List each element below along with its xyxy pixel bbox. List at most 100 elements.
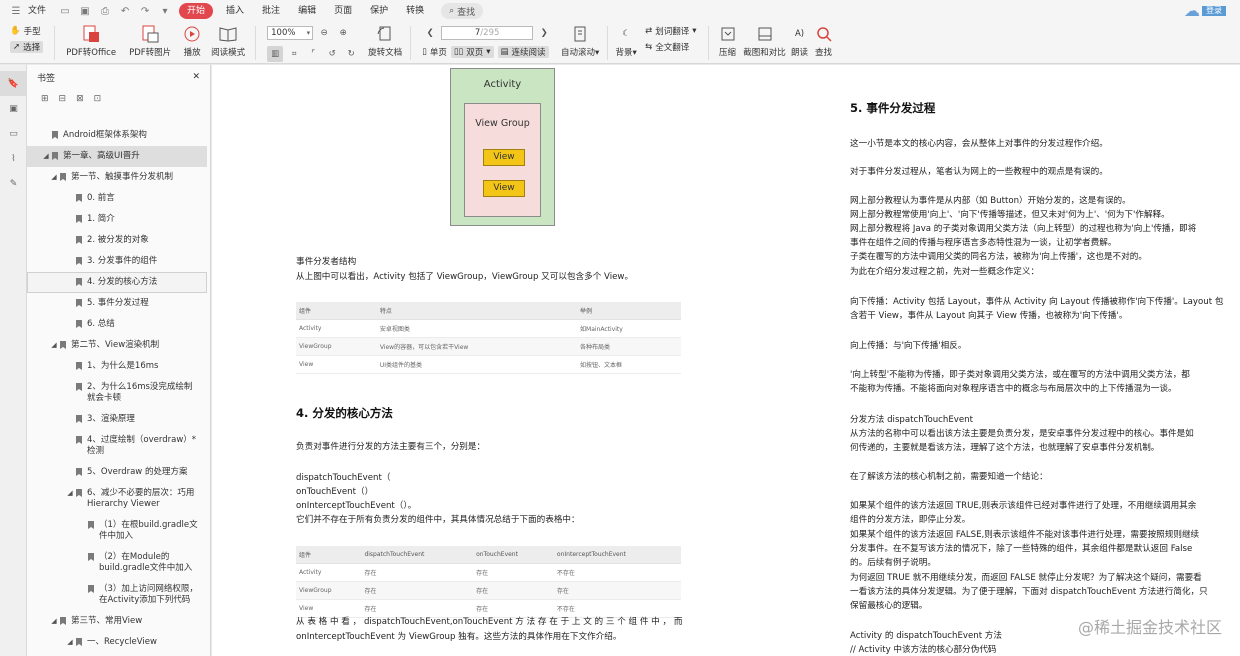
continuous-read-button[interactable]: ▤ 连续阅读 xyxy=(497,46,549,58)
select-tool[interactable]: ➚ 选择 xyxy=(10,41,44,53)
full-translate-button[interactable]: ⇆ 全文翻译 xyxy=(645,41,696,53)
bookmark-item[interactable]: ◢ 第一章、高级UI晋升 xyxy=(27,146,207,167)
pdf-to-office-button[interactable]: PDF转Office xyxy=(60,22,122,64)
rotate-right-icon[interactable]: ↻ xyxy=(343,46,359,62)
bookmark-rail-icon[interactable]: 🔖 xyxy=(0,71,27,96)
expand-arrow-icon[interactable] xyxy=(66,361,74,372)
signature-rail-icon[interactable]: ✎ xyxy=(0,171,27,196)
zoom-out-icon[interactable]: ⊖ xyxy=(316,25,332,41)
expand-arrow-icon[interactable]: ◢ xyxy=(50,340,58,351)
bookmark-item[interactable]: 4、过度绘制（overdraw）*检测 xyxy=(27,430,207,462)
menu-annotate[interactable]: 批注 xyxy=(253,0,289,22)
rotate-left-icon[interactable]: ↺ xyxy=(324,46,340,62)
undo-icon[interactable]: ↶ xyxy=(118,4,132,18)
background-button[interactable]: ☾ 背景▾ xyxy=(613,22,639,64)
double-page-button[interactable]: ▯▯ 双页 ▾ xyxy=(450,46,494,58)
expand-arrow-icon[interactable]: ◢ xyxy=(66,488,74,510)
bookmark-item[interactable]: 2、为什么16ms没完成绘制就会卡顿 xyxy=(27,377,207,409)
bookmark-item[interactable]: 1、为什么是16ms xyxy=(27,356,207,377)
thumbnail-rail-icon[interactable]: ▣ xyxy=(0,96,27,121)
read-aloud-button[interactable]: A) 朗读 xyxy=(788,22,812,64)
expand-arrow-icon[interactable] xyxy=(66,256,74,267)
zoom-in-icon[interactable]: ⊕ xyxy=(335,25,351,41)
bookmark-item[interactable]: （2）在Module的build.gradle文件中加入 xyxy=(27,547,207,579)
save-icon[interactable]: ▣ xyxy=(78,4,92,18)
rotate-doc-button[interactable]: 旋转文档 xyxy=(365,22,405,64)
bookmark-item[interactable]: 0. 前言 xyxy=(27,188,207,209)
print-icon[interactable]: ⎙ xyxy=(98,4,112,18)
cloud-login[interactable]: ☁ 登录 xyxy=(1184,1,1226,20)
expand-arrow-icon[interactable] xyxy=(42,130,50,141)
collapse-all-icon[interactable]: ⊟ xyxy=(59,94,67,104)
expand-arrow-icon[interactable]: ◢ xyxy=(42,151,50,162)
menu-file[interactable]: 文件 xyxy=(26,0,55,22)
open-folder-icon[interactable]: ▭ xyxy=(58,4,72,18)
bookmark-item[interactable]: 3、渲染原理 xyxy=(27,409,207,430)
fit-page-icon[interactable]: ▥ xyxy=(267,46,284,62)
expand-arrow-icon[interactable] xyxy=(78,520,86,542)
menu-search[interactable]: ⌕ 查找 xyxy=(441,3,484,19)
menu-protect[interactable]: 保护 xyxy=(361,0,397,22)
prev-page-icon[interactable]: ❮ xyxy=(422,25,438,41)
expand-arrow-icon[interactable] xyxy=(66,319,74,330)
expand-arrow-icon[interactable] xyxy=(66,382,74,404)
bookmark-item[interactable]: ◢ 第三节、常用View xyxy=(27,611,207,632)
expand-arrow-icon[interactable] xyxy=(66,277,74,288)
page-input[interactable]: 7/295 xyxy=(441,26,534,40)
expand-arrow-icon[interactable] xyxy=(66,235,74,246)
crop-icon[interactable]: ⌗ xyxy=(286,46,302,62)
next-page-icon[interactable]: ❯ xyxy=(536,25,552,41)
expand-all-icon[interactable]: ⊞ xyxy=(41,94,49,104)
bookmark-item[interactable]: ◢ 第二节、View渲染机制 xyxy=(27,335,207,356)
expand-arrow-icon[interactable] xyxy=(66,214,74,225)
menu-icon[interactable]: ☰ xyxy=(9,4,23,18)
bookmark-item[interactable]: ◢ 一、RecycleView xyxy=(27,632,207,653)
bookmark-item[interactable]: 2. 被分发的对象 xyxy=(27,230,207,251)
bookmark-item[interactable]: （3）加上访问网络权限，在Activity添加下列代码 xyxy=(27,579,207,611)
menu-convert[interactable]: 转换 xyxy=(397,0,433,22)
expand-arrow-icon[interactable] xyxy=(66,193,74,204)
close-icon[interactable]: ✕ xyxy=(192,72,200,82)
hand-tool[interactable]: ✋ 手型 xyxy=(10,25,43,37)
expand-arrow-icon[interactable]: ◢ xyxy=(50,172,58,183)
expand-arrow-icon[interactable] xyxy=(78,584,86,606)
bookmark-item[interactable]: 4. 分发的核心方法 xyxy=(27,272,207,293)
comment-rail-icon[interactable]: ▭ xyxy=(0,121,27,146)
dropdown-icon[interactable]: ▾ xyxy=(158,4,172,18)
expand-arrow-icon[interactable]: ◢ xyxy=(50,616,58,627)
menu-start[interactable]: 开始 xyxy=(179,3,214,19)
single-page-button[interactable]: ▯ 单页 xyxy=(422,46,447,58)
pdf-to-image-button[interactable]: PDF转图片 xyxy=(122,22,178,64)
menu-edit[interactable]: 编辑 xyxy=(289,0,325,22)
bookmark-item[interactable]: ◢ 6、减少不必要的层次：巧用Hierarchy Viewer xyxy=(27,483,207,515)
bookmark-item[interactable]: ◢ 第一节、触摸事件分发机制 xyxy=(27,167,207,188)
bookmark-item[interactable]: 6. 总结 xyxy=(27,314,207,335)
menu-page[interactable]: 页面 xyxy=(325,0,361,22)
bookmark-item[interactable]: 1. 简介 xyxy=(27,209,207,230)
bookmark-item[interactable]: Android框架体系架构 xyxy=(27,125,207,146)
expand-arrow-icon[interactable] xyxy=(66,435,74,457)
expand-arrow-icon[interactable] xyxy=(78,552,86,574)
menu-insert[interactable]: 插入 xyxy=(217,0,253,22)
read-mode-button[interactable]: 阅读模式 xyxy=(206,22,250,64)
bookmark-item[interactable]: 5. 事件分发过程 xyxy=(27,293,207,314)
expand-arrow-icon[interactable] xyxy=(66,298,74,309)
bookmark-item[interactable]: 3. 分发事件的组件 xyxy=(27,251,207,272)
bookmark-icon[interactable]: ⊡ xyxy=(94,94,102,104)
add-bookmark-icon[interactable]: ⊠ xyxy=(76,94,84,104)
screenshot-compare-button[interactable]: 截图和对比 xyxy=(742,22,788,64)
attachment-rail-icon[interactable]: ⌇ xyxy=(0,146,27,171)
bookmark-item[interactable]: （1）在根build.gradle文件中加入 xyxy=(27,515,207,547)
find-button[interactable]: 查找 xyxy=(812,22,836,64)
redo-icon[interactable]: ↷ xyxy=(138,4,152,18)
expand-arrow-icon[interactable] xyxy=(66,467,74,478)
area-select-icon[interactable]: ⌜ xyxy=(305,46,321,62)
word-translate-button[interactable]: ⇄ 划词翻译 ▾ xyxy=(645,25,696,37)
play-button[interactable]: 播放 xyxy=(178,22,206,64)
expand-arrow-icon[interactable] xyxy=(66,414,74,425)
compress-button[interactable]: 压缩 xyxy=(714,22,742,64)
bookmark-item[interactable]: 5、Overdraw 的处理方案 xyxy=(27,462,207,483)
expand-arrow-icon[interactable]: ◢ xyxy=(66,637,74,648)
auto-scroll-button[interactable]: 自动滚动▾ xyxy=(558,22,602,64)
zoom-select[interactable]: 100% ▾ xyxy=(267,26,314,40)
